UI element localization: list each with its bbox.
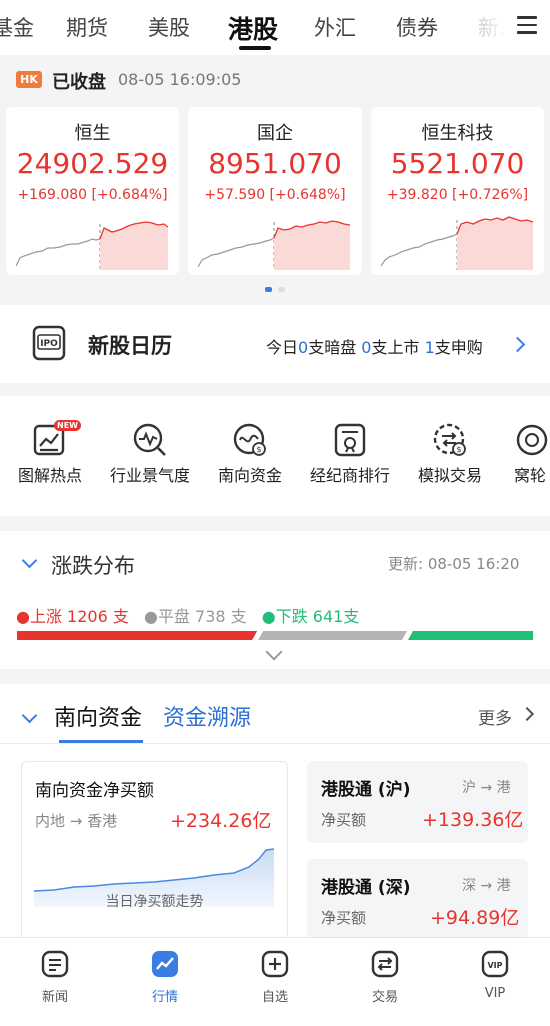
connect-route: 深 → 港 — [462, 878, 511, 894]
connect-card-sz[interactable]: 港股通 (深) 深 → 港 净买额 +94.89亿 — [307, 859, 528, 941]
chevron-down-icon[interactable] — [21, 552, 38, 569]
connect-title: 港股通 (沪) — [321, 780, 411, 800]
nav-watchlist[interactable]: 自选 — [235, 938, 315, 1005]
connect-label: 净买额 — [321, 909, 367, 927]
ipo-calendar-title: 新股日历 — [88, 334, 172, 358]
tab-bonds[interactable]: 债券 — [396, 12, 438, 42]
svg-text:VIP: VIP — [487, 961, 502, 970]
bottom-nav: 新闻 行情 自选 交易 VIP VIP — [0, 937, 550, 1026]
breadth-bar — [17, 631, 533, 640]
index-name: 国企 — [257, 123, 293, 144]
connect-label: 净买额 — [321, 811, 367, 829]
net-buy-direction: 内地 → 香港 — [35, 812, 118, 830]
southbound-panel: 南向资金 资金溯源 更多 南向资金净买额 内地 → 香港 +234.26亿 当日… — [0, 684, 550, 943]
broker-ranking-icon — [334, 423, 366, 457]
connect-value: +139.36亿 — [422, 809, 524, 831]
index-card-hscei[interactable]: 国企 8951.070 +57.590 [+0.648%] — [188, 107, 362, 275]
down-count: 下跌 641支 — [275, 607, 360, 626]
tool-hot-charts[interactable]: 图解热点 — [0, 422, 100, 486]
market-status-time: 08-05 16:09:05 — [118, 70, 242, 89]
ipo-icon: IPO — [32, 325, 66, 361]
tool-paper-trading[interactable]: $ 模拟交易 — [400, 422, 500, 486]
breadth-bar-down — [408, 631, 533, 640]
chevron-right-icon — [519, 706, 535, 722]
tab-southbound[interactable]: 南向资金 — [54, 700, 142, 732]
svg-text:$: $ — [256, 445, 261, 454]
vip-icon: VIP — [481, 950, 509, 978]
tab-hk-stocks[interactable]: 港股 — [228, 10, 278, 46]
carousel-dot[interactable] — [278, 287, 285, 292]
breadth-updated: 更新: 08-05 16:20 — [388, 555, 520, 573]
net-buy-value: +234.26亿 — [170, 810, 272, 832]
net-buy-title: 南向资金净买额 — [35, 781, 154, 801]
nav-news[interactable]: 新闻 — [15, 938, 95, 1005]
ipo-calendar-summary: 今日0支暗盘 0支上市 1支申购 — [266, 338, 483, 357]
ipo-calendar-row[interactable]: IPO 新股日历 今日0支暗盘 0支上市 1支申购 — [0, 305, 550, 383]
svg-text:IPO: IPO — [40, 339, 58, 349]
news-icon — [41, 950, 69, 978]
index-change: +39.820 [+0.726%] — [386, 187, 529, 203]
index-value: 8951.070 — [208, 147, 342, 180]
index-sparkline — [16, 221, 168, 270]
tab-forex[interactable]: 外汇 — [314, 12, 356, 42]
tool-warrants[interactable]: 窝轮 — [500, 422, 550, 486]
hk-badge: HK — [16, 71, 42, 88]
tab-fund-tracing[interactable]: 资金溯源 — [163, 700, 251, 732]
net-buy-card[interactable]: 南向资金净买额 内地 → 香港 +234.26亿 当日净买额走势 — [21, 761, 288, 943]
index-card-hsi[interactable]: 恒生 24902.529 +169.080 [+0.684%] — [6, 107, 179, 275]
breadth-bar-flat — [258, 631, 408, 640]
up-count: 上涨 1206 支 — [29, 607, 129, 626]
index-name: 恒生科技 — [421, 123, 494, 144]
breadth-legend: ●上涨 1206 支 ●平盘 738 支 ●下跌 641支 — [16, 607, 360, 626]
nav-market[interactable]: 行情 — [125, 938, 205, 1005]
market-status: 已收盘 — [52, 72, 106, 93]
index-change: +57.590 [+0.648%] — [204, 187, 346, 203]
trade-icon — [371, 950, 399, 978]
market-chart-icon — [152, 951, 178, 977]
net-buy-chart-caption: 当日净买额走势 — [105, 894, 204, 910]
pulse-search-icon — [133, 423, 166, 456]
index-sparkline — [198, 220, 350, 270]
connect-route: 沪 → 港 — [462, 780, 511, 796]
breadth-bar-up — [17, 631, 258, 640]
plus-square-icon — [261, 950, 289, 978]
tool-broker-ranking[interactable]: 经纪商排行 — [300, 422, 400, 486]
carousel-dot-active[interactable] — [265, 287, 272, 292]
chevron-right-icon — [509, 336, 526, 353]
nav-trade[interactable]: 交易 — [345, 938, 425, 1005]
warrant-icon — [516, 424, 548, 456]
simulated-trade-icon: $ — [433, 423, 466, 456]
tab-funds[interactable]: 基金 — [0, 12, 34, 42]
active-tab-indicator — [239, 46, 271, 50]
tab-futures[interactable]: 期货 — [66, 12, 108, 42]
index-value: 24902.529 — [16, 147, 169, 180]
index-card-hstech[interactable]: 恒生科技 5521.070 +39.820 [+0.726%] — [371, 107, 544, 275]
tools-row: 图解热点 NEW 行业景气度 $ 南向资金 经纪商排行 $ 模拟交易 窝轮 — [0, 396, 550, 516]
tool-industry-sentiment[interactable]: 行业景气度 — [100, 422, 200, 486]
index-change: +169.080 [+0.684%] — [17, 187, 168, 203]
flat-count: 平盘 738 支 — [157, 607, 247, 626]
top-tab-bar: 基金 期货 美股 港股 外汇 债券 新. — [0, 0, 550, 55]
more-link[interactable]: 更多 — [478, 704, 512, 729]
index-name: 恒生 — [74, 123, 111, 144]
svg-text:$: $ — [456, 445, 461, 454]
chevron-down-icon[interactable] — [21, 707, 38, 724]
money-flow-icon: $ — [233, 423, 266, 456]
index-value: 5521.070 — [390, 147, 525, 180]
menu-icon[interactable] — [517, 16, 537, 34]
tool-southbound-funds[interactable]: $ 南向资金 — [200, 422, 300, 486]
connect-card-sh[interactable]: 港股通 (沪) 沪 → 港 净买额 +139.36亿 — [307, 761, 528, 843]
connect-value: +94.89亿 — [430, 907, 520, 929]
tab-us-stocks[interactable]: 美股 — [148, 12, 190, 42]
index-sparkline — [381, 216, 533, 270]
new-badge: NEW — [54, 420, 81, 431]
connect-title: 港股通 (深) — [321, 878, 411, 898]
breadth-title: 涨跌分布 — [51, 554, 135, 578]
nav-vip[interactable]: VIP VIP — [455, 938, 535, 1001]
